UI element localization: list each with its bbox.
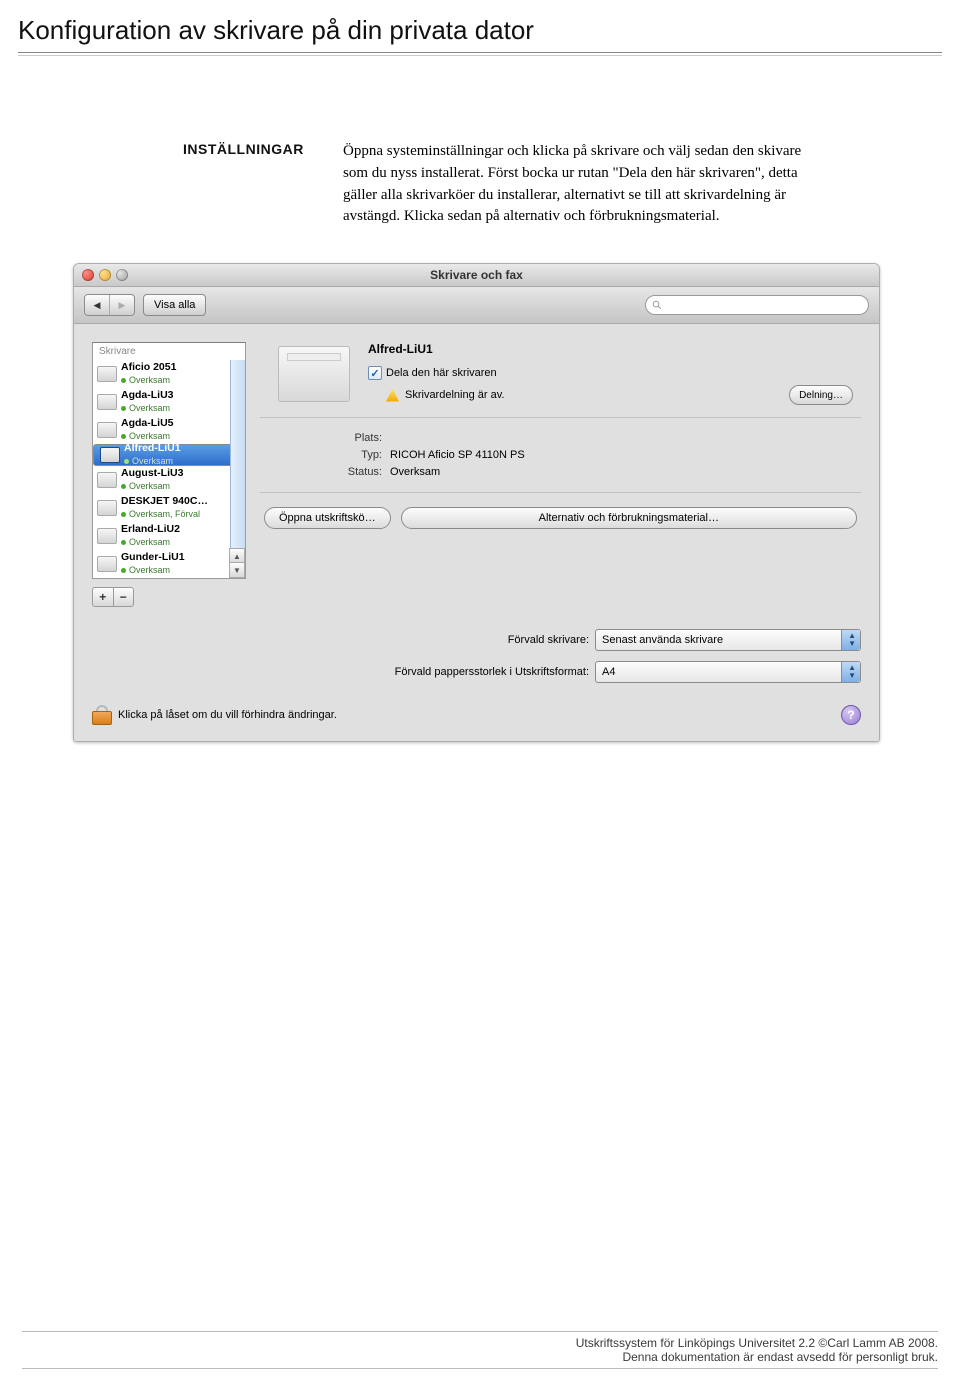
printer-row[interactable]: August-LiU3Overksam xyxy=(93,466,245,494)
printer-status: Overksam xyxy=(132,455,173,468)
printer-name: Agda-LiU5 xyxy=(121,417,174,430)
scroll-down-icon[interactable]: ▼ xyxy=(229,562,245,578)
value-typ: RICOH Aficio SP 4110N PS xyxy=(390,449,851,461)
paper-size-select[interactable]: A4 ▲▼ xyxy=(595,661,861,683)
default-printer-label: Förvald skrivare: xyxy=(508,634,589,646)
paper-size-value: A4 xyxy=(602,666,615,678)
value-plats xyxy=(390,432,851,444)
section-heading: INSTÄLLNINGAR xyxy=(183,141,343,228)
printer-row[interactable]: Agda-LiU5Overksam xyxy=(93,416,245,444)
back-forward-group[interactable]: ◀ ▶ xyxy=(84,294,135,316)
paper-size-label: Förvald pappersstorlek i Utskriftsformat… xyxy=(395,666,589,678)
options-supplies-button[interactable]: Alternativ och förbrukningsmaterial… xyxy=(401,507,857,529)
status-dot-icon xyxy=(121,512,126,517)
printer-icon xyxy=(97,556,117,572)
default-printer-select[interactable]: Senast använda skrivare ▲▼ xyxy=(595,629,861,651)
printer-status: Overksam xyxy=(129,480,170,493)
printer-row[interactable]: Erland-LiU2Overksam xyxy=(93,522,245,550)
printer-row[interactable]: Agda-LiU3Overksam xyxy=(93,388,245,416)
lock-icon[interactable] xyxy=(92,705,110,725)
back-icon[interactable]: ◀ xyxy=(85,295,109,315)
printer-name: Gunder-LiU1 xyxy=(121,551,185,564)
printer-name: Aficio 2051 xyxy=(121,361,176,374)
printer-row[interactable]: Gunder-LiU1Overksam xyxy=(93,550,245,578)
status-dot-icon xyxy=(121,434,126,439)
status-dot-icon xyxy=(121,378,126,383)
printer-name: Agda-LiU3 xyxy=(121,389,174,402)
lock-text: Klicka på låset om du vill förhindra änd… xyxy=(118,709,337,721)
search-icon xyxy=(652,300,662,310)
add-remove-group: + − xyxy=(92,587,134,607)
label-status: Status: xyxy=(300,466,390,478)
printer-icon xyxy=(97,422,117,438)
add-printer-button[interactable]: + xyxy=(93,588,113,606)
toolbar: ◀ ▶ Visa alla xyxy=(74,287,879,324)
select-stepper-icon: ▲▼ xyxy=(848,664,856,680)
footer-line-1: Utskriftssystem för Linköpings Universit… xyxy=(22,1336,938,1350)
printer-list[interactable]: Aficio 2051OverksamAgda-LiU3OverksamAgda… xyxy=(93,360,245,578)
printer-status: Overksam xyxy=(129,374,170,387)
help-button[interactable]: ? xyxy=(841,705,861,725)
printer-status: Overksam xyxy=(129,564,170,577)
printer-row[interactable]: Aficio 2051Overksam xyxy=(93,360,245,388)
label-typ: Typ: xyxy=(300,449,390,461)
check-icon: ✓ xyxy=(368,366,382,380)
prefs-window: Skrivare och fax ◀ ▶ Visa alla Skrivare … xyxy=(73,263,880,742)
window-title: Skrivare och fax xyxy=(74,268,879,282)
printer-row[interactable]: Alfred-LiU1Overksam xyxy=(93,444,245,466)
printer-icon xyxy=(97,500,117,516)
status-dot-icon xyxy=(121,484,126,489)
scrollbar[interactable] xyxy=(230,360,245,578)
remove-printer-button[interactable]: − xyxy=(113,588,134,606)
share-printer-checkbox[interactable]: ✓ Dela den här skrivaren xyxy=(368,366,853,380)
instruction-text: Öppna systeminställningar och klicka på … xyxy=(343,141,818,228)
share-off-text: Skrivardelning är av. xyxy=(405,389,504,401)
printer-name: August-LiU3 xyxy=(121,467,183,480)
printer-status: Overksam xyxy=(129,402,170,415)
show-all-button[interactable]: Visa alla xyxy=(143,294,206,316)
page-footer: Utskriftssystem för Linköpings Universit… xyxy=(22,1331,938,1369)
printer-name: Erland-LiU2 xyxy=(121,523,180,536)
warning-icon xyxy=(386,389,399,402)
default-printer-value: Senast använda skrivare xyxy=(602,634,723,646)
page-title: Konfiguration av skrivare på din privata… xyxy=(18,15,942,53)
printer-icon xyxy=(97,366,117,382)
printer-status: Overksam xyxy=(129,536,170,549)
titlebar: Skrivare och fax xyxy=(74,264,879,287)
footer-line-2: Denna dokumentation är endast avsedd för… xyxy=(22,1350,938,1364)
sharing-button[interactable]: Delning… xyxy=(789,385,853,405)
divider xyxy=(18,55,942,56)
share-printer-label: Dela den här skrivaren xyxy=(386,367,497,379)
sidebar-header: Skrivare xyxy=(93,343,245,360)
status-dot-icon xyxy=(121,540,126,545)
printer-icon xyxy=(100,447,120,463)
forward-icon: ▶ xyxy=(109,295,134,315)
printer-icon xyxy=(97,472,117,488)
printer-row[interactable]: DESKJET 940C…Overksam, Förval xyxy=(93,494,245,522)
printer-illustration xyxy=(278,346,350,402)
open-queue-button[interactable]: Öppna utskriftskö… xyxy=(264,507,391,529)
select-stepper-icon: ▲▼ xyxy=(848,632,856,648)
printer-name: Alfred-LiU1 xyxy=(124,442,181,455)
printer-icon xyxy=(97,394,117,410)
printer-status: Overksam, Förval xyxy=(129,508,200,521)
printer-name: DESKJET 940C… xyxy=(121,495,208,508)
value-status: Overksam xyxy=(390,466,851,478)
status-dot-icon xyxy=(121,406,126,411)
selected-printer-name: Alfred-LiU1 xyxy=(368,342,853,356)
search-input[interactable] xyxy=(645,295,869,315)
status-dot-icon xyxy=(121,568,126,573)
status-dot-icon xyxy=(124,459,129,464)
printer-icon xyxy=(97,528,117,544)
label-plats: Plats: xyxy=(300,432,390,444)
